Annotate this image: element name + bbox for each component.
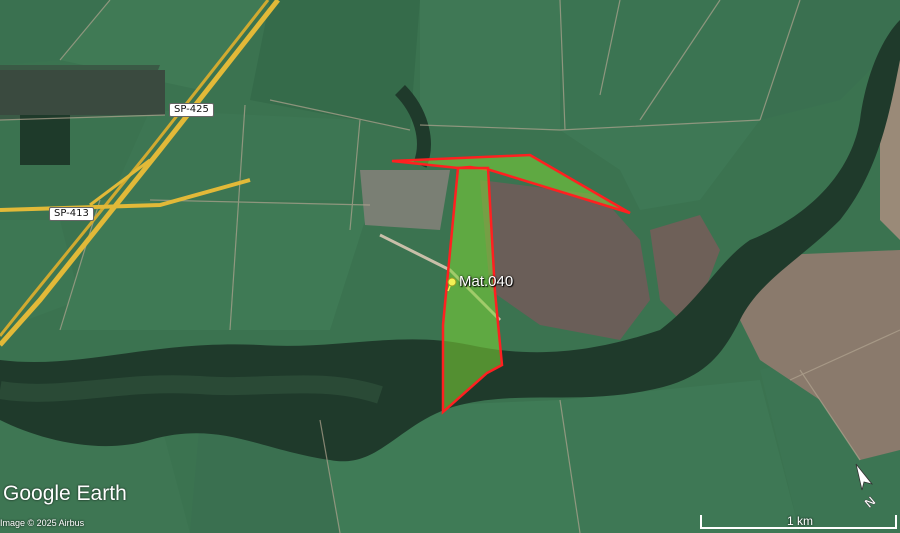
road-label-sp425: SP-425 (169, 103, 214, 117)
compass[interactable]: N (850, 462, 886, 511)
scale-bar-label: 1 km (786, 514, 813, 528)
satellite-map[interactable]: SP-425 SP-413 Mat.040 Google Earth Image… (0, 0, 900, 533)
imagery-credit: Image © 2025 Airbus (0, 518, 85, 528)
placemark-label[interactable]: Mat.040 (459, 273, 513, 290)
satellite-imagery[interactable] (0, 0, 900, 533)
google-earth-logo: Google Earth (3, 482, 127, 505)
compass-n-label: N (862, 493, 879, 510)
north-arrow-icon: N (855, 463, 879, 511)
road-label-sp413: SP-413 (49, 207, 94, 221)
